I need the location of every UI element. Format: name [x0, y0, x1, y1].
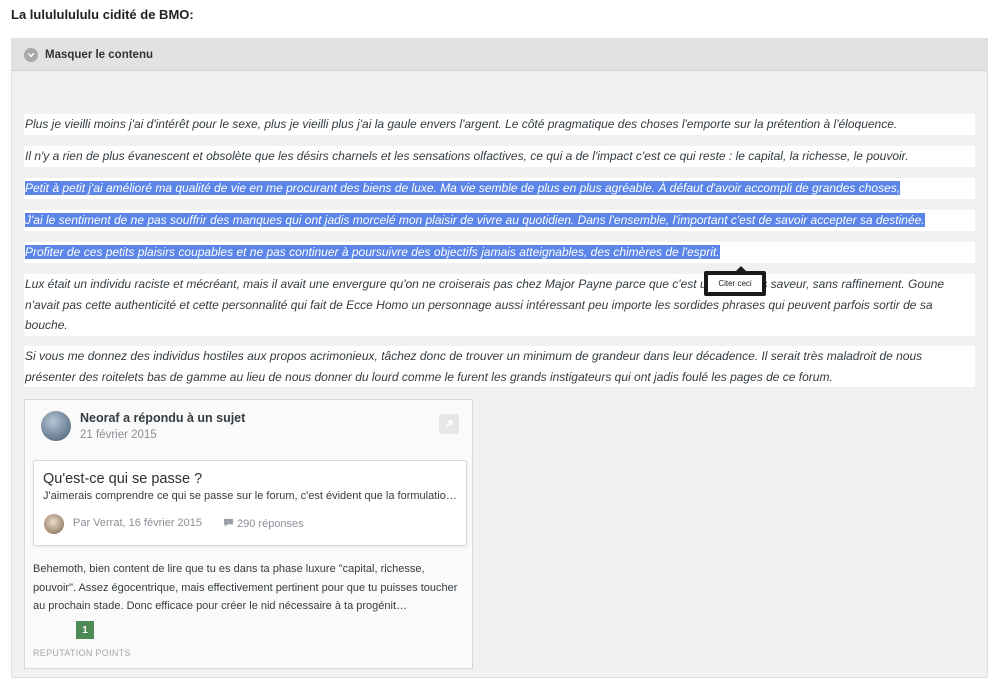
avatar[interactable]	[41, 411, 71, 441]
embedded-activity: Neoraf a répondu à un sujet 21 février 2…	[24, 399, 473, 669]
paragraph: Plus je vieilli moins j'ai d'intérêt pou…	[24, 114, 975, 135]
paragraph-text: Il n'y a rien de plus évanescent et obso…	[25, 149, 909, 163]
paragraph-selected: Petit à petit j'ai amélioré ma qualité d…	[24, 178, 975, 199]
paragraph-text: Lux était un individu raciste et mécréan…	[25, 277, 945, 332]
topic-replies: 290 réponses	[223, 517, 304, 531]
spoiler-toggle[interactable]: Masquer le contenu	[12, 39, 987, 71]
replies-count: 290 réponses	[237, 518, 304, 530]
post-heading: La lulululululu cidité de BMO:	[11, 7, 194, 22]
paragraph-text: Si vous me donnez des individus hostiles…	[25, 349, 923, 384]
paragraph-selected: Profiter de ces petits plaisirs coupable…	[24, 242, 975, 263]
paragraph: Lux était un individu raciste et mécréan…	[24, 274, 975, 336]
external-link-icon[interactable]	[439, 414, 459, 434]
embed-author-line[interactable]: Neoraf a répondu à un sujet	[80, 411, 245, 425]
topic-title[interactable]: Qu'est-ce qui se passe ?	[43, 471, 202, 487]
selected-text: Petit à petit j'ai amélioré ma qualité d…	[25, 181, 901, 195]
topic-card[interactable]: Qu'est-ce qui se passe ? J'aimerais comp…	[33, 460, 467, 546]
chevron-down-circle-icon	[24, 47, 38, 62]
reputation-label: REPUTATION POINTS	[33, 648, 131, 658]
paragraph-selected: J'ai le sentiment de ne pas souffrir des…	[24, 210, 975, 231]
reputation-badge: 1	[76, 621, 94, 639]
topic-meta: Par Verrat, 16 février 2015	[73, 517, 203, 529]
embed-date: 21 février 2015	[80, 429, 157, 441]
embed-body-text: Behemoth, bien content de lire que tu es…	[33, 563, 458, 612]
quote-selection-button[interactable]: Citer ceci	[704, 266, 766, 296]
spoiler-toggle-label: Masquer le contenu	[45, 48, 153, 61]
avatar[interactable]	[44, 514, 64, 534]
paragraph: Il n'y a rien de plus évanescent et obso…	[24, 146, 975, 167]
paragraph: Si vous me donnez des individus hostiles…	[24, 346, 975, 387]
comment-bubble-icon	[223, 517, 237, 531]
topic-excerpt: J'aimerais comprendre ce qui se passe su…	[43, 490, 461, 502]
selected-text: Profiter de ces petits plaisirs coupable…	[25, 245, 720, 259]
selected-text: J'ai le sentiment de ne pas souffrir des…	[25, 213, 925, 227]
paragraph-text: Plus je vieilli moins j'ai d'intérêt pou…	[25, 117, 898, 131]
